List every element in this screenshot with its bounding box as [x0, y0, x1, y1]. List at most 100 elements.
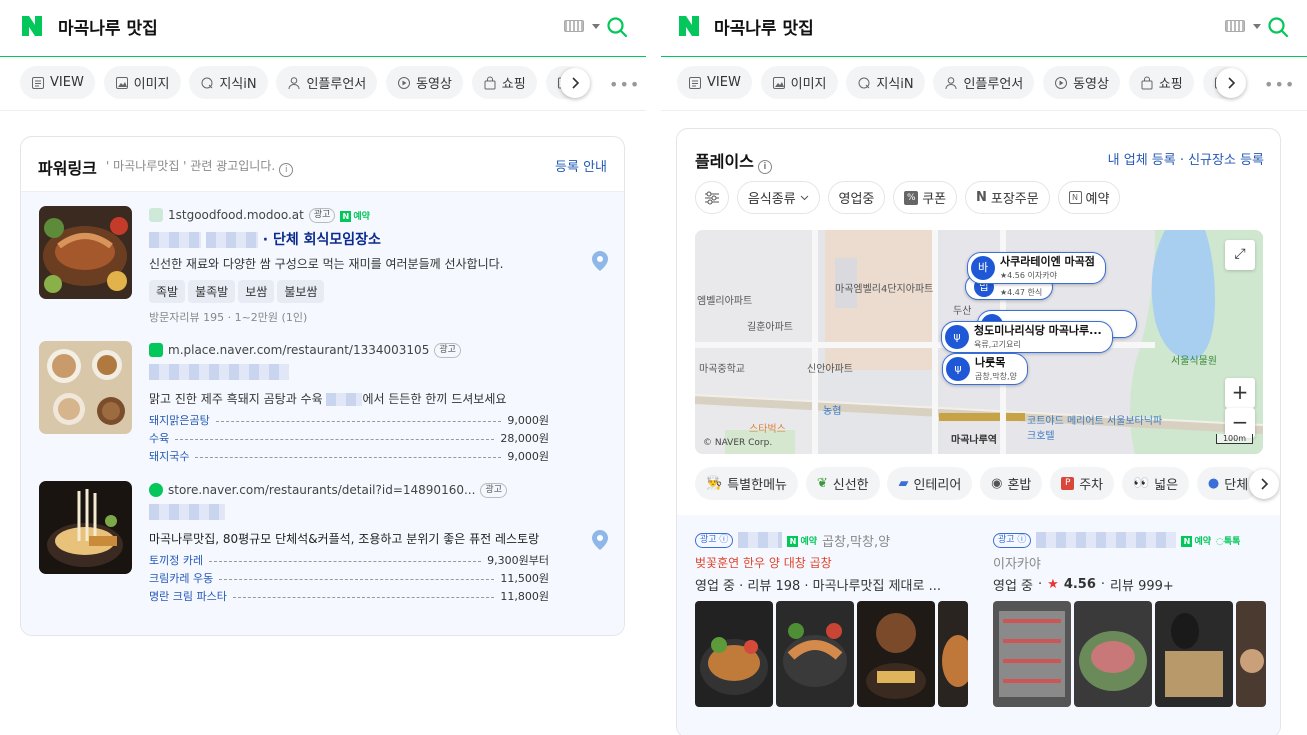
ad-description: 마곡나루맛집, 80평규모 단체석&커플석, 조용하고 분위기 좋은 퓨전 레스…	[149, 532, 540, 546]
place-category: 곱창,막창,양	[822, 534, 891, 550]
filter-coupon[interactable]: % 쿠폰	[893, 181, 958, 214]
naver-logo-icon[interactable]	[20, 14, 44, 38]
ad-title[interactable]: · 단체 회식모임장소	[149, 229, 549, 249]
tab-video[interactable]: 동영상	[386, 66, 463, 99]
menu-row[interactable]: 토끼정 카레 9,300원부터	[149, 551, 549, 569]
view-icon	[32, 76, 44, 89]
place-card: 플레이스 i 내 업체 등록 · 신규장소 등록 음식종류 영업중 % 쿠폰 N 포장…	[676, 128, 1281, 735]
ad-chip[interactable]: 불보쌈	[277, 280, 325, 303]
tab-shopping[interactable]: 쇼핑	[471, 66, 537, 99]
feature-spacious[interactable]: 👀 넓은	[1121, 467, 1190, 500]
chevron-down-icon[interactable]	[592, 24, 600, 29]
tab-view[interactable]: VIEW	[677, 66, 752, 99]
location-pin-icon[interactable]	[591, 529, 609, 551]
map-pin[interactable]: 바 사쿠라테이엔 마곡점 ★4.56 이자카야	[967, 252, 1106, 284]
place-register-link[interactable]: 내 업체 등록 · 신규장소 등록	[1108, 149, 1264, 168]
menu-row[interactable]: 돼지국수 9,000원	[149, 447, 549, 465]
tab-video[interactable]: 동영상	[1043, 66, 1120, 99]
feature-solo-dining[interactable]: ◉ 혼밥	[980, 467, 1043, 500]
tab-shopping[interactable]: 쇼핑	[1128, 66, 1194, 99]
keyboard-icon[interactable]	[564, 20, 584, 32]
ad-url[interactable]: 1stgoodfood.modoo.at	[168, 208, 304, 222]
info-icon[interactable]: i	[757, 160, 772, 174]
powerlink-subtitle-text: ' 마곡나루맛집 ' 관련 광고입니다.	[106, 159, 276, 173]
menu-row[interactable]: 크림카레 우동 11,500원	[149, 569, 549, 587]
menu-row[interactable]: 돼지맑은곰탕 9,000원	[149, 411, 549, 429]
place-title: 플레이스 i	[695, 148, 772, 174]
food-photo	[776, 601, 854, 707]
more-icon[interactable]: •••	[1264, 75, 1295, 94]
feature-label: 인테리어	[913, 478, 962, 493]
map-pin[interactable]: ψ 나룻목 곱창,막창,양	[942, 353, 1028, 385]
tab-image[interactable]: 이미지	[760, 66, 838, 99]
register-guide-link[interactable]: 등록 안내	[555, 156, 607, 175]
ad-url[interactable]: store.naver.com/restaurants/detail?id=14…	[168, 483, 475, 497]
ad-chip[interactable]: 족발	[149, 280, 186, 303]
more-icon[interactable]: •••	[609, 75, 640, 94]
food-photo	[857, 601, 935, 707]
place-photos[interactable]	[993, 601, 1269, 707]
naver-logo-icon[interactable]	[677, 14, 701, 38]
menu-row[interactable]: 명란 크림 파스타 11,800원	[149, 587, 549, 605]
tab-kin[interactable]: 지식iN	[846, 66, 925, 99]
feature-special-menu[interactable]: 👨‍🍳 특별한메뉴	[695, 467, 798, 500]
food-photo	[1155, 601, 1233, 707]
place-photos[interactable]	[695, 601, 971, 707]
feature-label: 주차	[1079, 478, 1104, 493]
feature-fresh[interactable]: ❦ 신선한	[805, 467, 880, 500]
menu-name: 토끼정 카레	[149, 554, 204, 567]
ad-content: 1stgoodfood.modoo.at 광고 N 예약 · 단체 회식모임장소 신선…	[149, 206, 549, 325]
tabs-next-button[interactable]	[1216, 68, 1246, 98]
ad-description: 맑고 진한 제주 흑돼지 곰탕과 수육 에서 든든한 한끼 드셔보세요	[149, 390, 549, 407]
chef-icon: 👨‍🍳	[706, 476, 723, 491]
tab-view[interactable]: VIEW	[20, 66, 95, 99]
ad-thumbnail[interactable]	[39, 341, 132, 434]
filter-takeout[interactable]: N 포장주문	[964, 181, 1050, 214]
ad-thumbnail[interactable]	[39, 206, 132, 299]
feature-interior[interactable]: ▰ 인테리어	[887, 467, 973, 500]
blurred-text	[205, 232, 258, 248]
filter-reservation[interactable]: N 예약	[1057, 181, 1121, 214]
filter-food-type[interactable]: 음식종류	[736, 181, 820, 214]
ad-badge-label: 광고	[700, 534, 717, 545]
tab-kin[interactable]: 지식iN	[189, 66, 268, 99]
chevron-down-icon[interactable]	[1253, 24, 1261, 29]
menu-row[interactable]: 수육 28,000원	[149, 429, 549, 447]
map-pin-sub: ★4.56 이자카야	[1000, 271, 1057, 280]
tab-influencer[interactable]: 인플루언서	[276, 66, 378, 99]
ad-chip[interactable]: 불족발	[188, 280, 236, 303]
zoom-in-button[interactable]: +	[1225, 378, 1255, 408]
expand-map-icon[interactable]: ⤢	[1225, 240, 1255, 270]
restaurant-icon: ψ	[945, 325, 969, 349]
tabs-next-button[interactable]	[560, 68, 590, 98]
map-label: 서울식물원	[1171, 356, 1217, 367]
tab-label: 인플루언서	[306, 77, 367, 92]
search-query[interactable]: 마곡나루 맛집	[58, 14, 158, 39]
play-icon	[398, 76, 411, 89]
menu-name: 크림카레 우동	[149, 572, 214, 585]
search-query[interactable]: 마곡나루 맛집	[714, 14, 814, 39]
filter-settings-button[interactable]	[695, 181, 729, 214]
ad-menu: 토끼정 카레 9,300원부터 크림카레 우동 11,500원 명란 크림 파스타 1…	[149, 551, 549, 605]
filter-open-now[interactable]: 영업중	[827, 181, 886, 214]
tab-influencer[interactable]: 인플루언서	[933, 66, 1035, 99]
ad-chip[interactable]: 보쌈	[238, 280, 275, 303]
place-map[interactable]: 마곡엠벨리4단지아파트 엠벨리아파트 길훈아파트 마곡중학교 신안아파트 스타벅…	[695, 230, 1263, 454]
ad-url[interactable]: m.place.naver.com/restaurant/1334003105	[168, 343, 429, 357]
ad-thumbnail[interactable]	[39, 481, 132, 574]
map-pin[interactable]: ψ 청도미나리식당 마곡나루... 육류,고기요리	[941, 321, 1113, 353]
location-pin-icon[interactable]	[591, 250, 609, 272]
place-item[interactable]: 광고 ⓘ N 예약 곱창,막창,양 벚꽃훈연 한우 양 대창 곱창 영업 중 · 리뷰…	[695, 529, 968, 707]
ad-title-text: · 단체 회식모임장소	[262, 232, 381, 248]
ad-title[interactable]	[149, 504, 549, 524]
keyboard-icon[interactable]	[1225, 20, 1245, 32]
tab-image[interactable]: 이미지	[103, 66, 181, 99]
search-icon[interactable]	[606, 16, 628, 38]
search-icon[interactable]	[1267, 16, 1289, 38]
place-item[interactable]: 광고 ⓘ N 예약 ◌톡톡 이자카야 영업 중 · ★ 4.56 · 리뷰 999+	[993, 529, 1266, 707]
ad-title[interactable]	[149, 364, 549, 384]
map-label: 마곡나루역	[951, 435, 997, 446]
features-next-button[interactable]	[1249, 469, 1279, 499]
feature-parking[interactable]: P 주차	[1050, 467, 1115, 500]
info-icon[interactable]: i	[279, 163, 294, 177]
